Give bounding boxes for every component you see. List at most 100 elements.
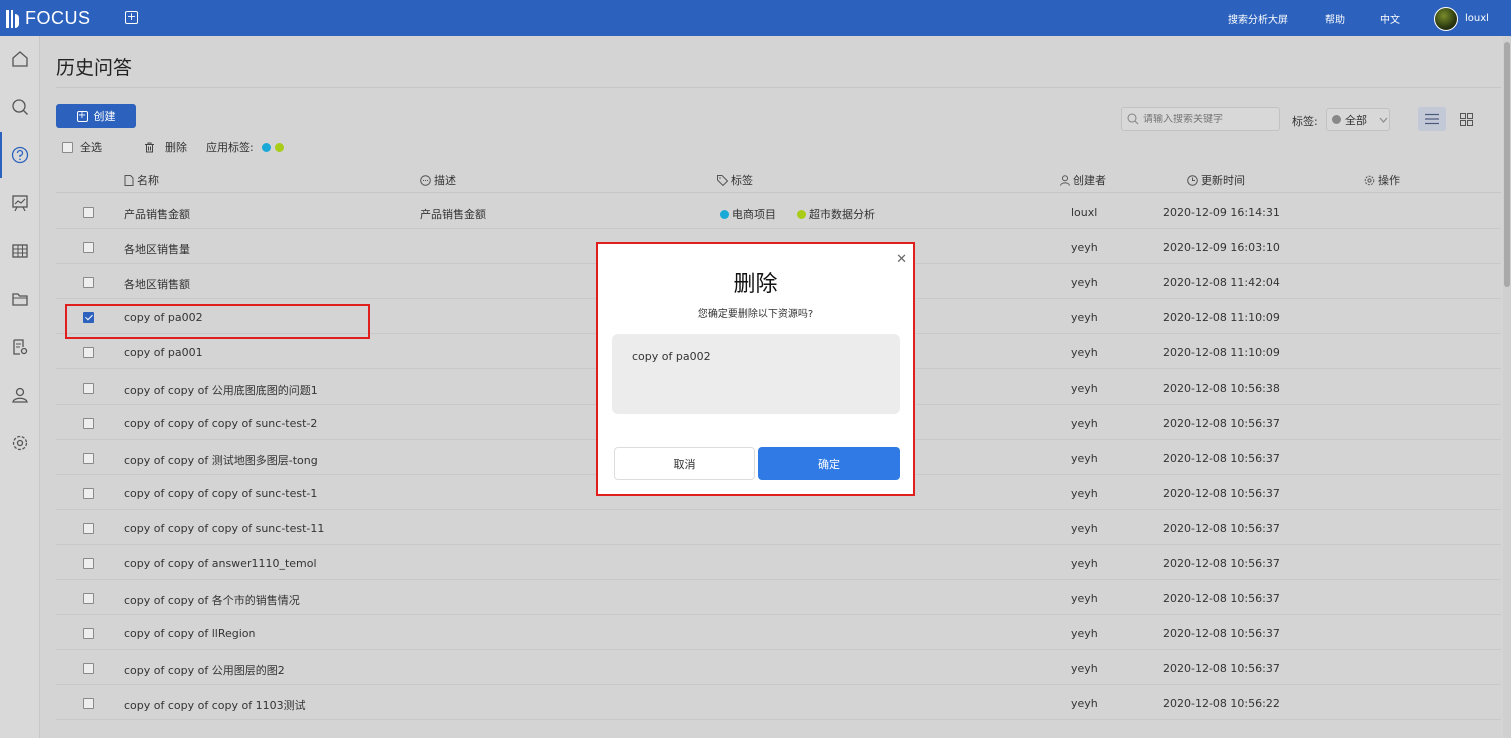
row-name[interactable]: copy of copy of 公用底图底图的问题1 <box>124 382 318 398</box>
row-checkbox[interactable] <box>83 522 94 534</box>
column-updated-header[interactable]: 更新时间 <box>1187 172 1245 188</box>
avatar[interactable] <box>1434 7 1458 31</box>
delete-dialog: ✕ 删除 您确定要删除以下资源吗? copy of pa002 取消 确定 <box>596 242 915 496</box>
search-input[interactable] <box>1143 113 1273 125</box>
sidebar <box>0 36 40 738</box>
sidebar-item-search[interactable] <box>0 84 40 130</box>
row-checkbox[interactable] <box>83 452 94 464</box>
gear-icon <box>12 435 28 451</box>
column-actions-header: 操作 <box>1364 172 1400 188</box>
home-icon <box>12 51 28 67</box>
row-name[interactable]: 各地区销售额 <box>124 276 190 292</box>
username[interactable]: louxl <box>1465 0 1489 36</box>
sidebar-item-folder[interactable] <box>0 276 40 322</box>
close-icon[interactable]: ✕ <box>896 252 907 267</box>
tag-color-blue[interactable] <box>261 142 271 152</box>
row-tag-label: 超市数据分析 <box>809 208 875 221</box>
select-all-checkbox[interactable] <box>62 141 73 153</box>
divider <box>56 87 1501 88</box>
table-row[interactable]: copy of copy of copy of sunc-test-11 yeyh… <box>56 510 1501 545</box>
delete-button[interactable]: 删除 <box>144 139 187 155</box>
column-creator-header[interactable]: 创建者 <box>1060 172 1106 188</box>
row-checkbox[interactable] <box>83 487 94 499</box>
row-tag-label: 电商项目 <box>732 208 776 221</box>
row-updated: 2020-12-08 10:56:37 <box>1163 662 1280 676</box>
table-row[interactable]: copy of copy of copy of 1103测试 yeyh 2020-1… <box>56 685 1501 721</box>
row-name[interactable]: copy of copy of 各个市的销售情况 <box>124 592 300 608</box>
row-updated: 2020-12-08 10:56:37 <box>1163 592 1280 606</box>
add-tab-icon[interactable]: + <box>125 11 138 24</box>
sidebar-item-user[interactable] <box>0 372 40 418</box>
row-creator: yeyh <box>1071 662 1098 676</box>
grid-icon <box>1459 112 1473 126</box>
grid-view-button[interactable] <box>1452 107 1480 131</box>
table-row[interactable]: 产品销售金额 产品销售金额 电商项目 超市数据分析 louxl 2020-12-09 16… <box>56 194 1501 229</box>
tag-dot <box>720 209 729 219</box>
sidebar-item-home[interactable] <box>0 36 40 82</box>
select-all-label: 全选 <box>80 141 102 154</box>
table-row[interactable]: copy of copy of llRegion yeyh 2020-12-08 1… <box>56 615 1501 651</box>
search-box[interactable] <box>1121 107 1280 131</box>
cancel-button[interactable]: 取消 <box>614 447 755 480</box>
sidebar-item-table[interactable] <box>0 228 40 274</box>
topbar-link-help[interactable]: 帮助 <box>1325 0 1345 36</box>
row-name[interactable]: copy of copy of copy of sunc-test-1 <box>124 487 317 500</box>
column-name-header[interactable]: 名称 <box>124 172 159 188</box>
topbar-link-screen[interactable]: 搜索分析大屏 <box>1228 0 1288 36</box>
file-icon <box>124 174 134 186</box>
row-name[interactable]: copy of copy of copy of sunc-test-11 <box>124 522 324 535</box>
sidebar-item-dashboard[interactable] <box>0 180 40 226</box>
row-checkbox[interactable] <box>83 417 94 429</box>
create-button[interactable]: + 创建 <box>56 104 136 128</box>
row-name[interactable]: copy of copy of 公用图层的图2 <box>124 662 285 678</box>
row-name[interactable]: copy of copy of llRegion <box>124 627 256 640</box>
dashboard-icon <box>12 195 28 212</box>
column-desc-header[interactable]: 描述 <box>420 172 456 188</box>
row-checkbox[interactable] <box>83 663 94 675</box>
row-updated: 2020-12-08 11:10:09 <box>1163 311 1280 325</box>
row-checkbox[interactable] <box>83 698 94 710</box>
row-name[interactable]: copy of copy of copy of sunc-test-2 <box>124 417 317 430</box>
row-checkbox[interactable] <box>83 628 94 640</box>
tag-filter-select[interactable]: 全部 <box>1326 108 1390 131</box>
list-view-button[interactable] <box>1418 107 1446 131</box>
logo-icon <box>6 9 19 28</box>
app-logo[interactable]: FOCUS <box>6 8 91 29</box>
row-name[interactable]: 各地区销售量 <box>124 241 190 257</box>
column-tags-header[interactable]: 标签 <box>717 172 753 188</box>
tag-dot <box>797 209 806 219</box>
confirm-button[interactable]: 确定 <box>758 447 900 480</box>
sidebar-item-history-qa[interactable] <box>0 132 40 178</box>
table-row[interactable]: copy of copy of 公用图层的图2 yeyh 2020-12-08 10… <box>56 650 1501 686</box>
row-checkbox[interactable] <box>83 593 94 605</box>
report-settings-icon <box>13 339 28 355</box>
table-row[interactable]: copy of copy of answer1110_temol yeyh 2020… <box>56 545 1501 580</box>
row-name[interactable]: 产品销售金额 <box>124 206 190 222</box>
row-creator: yeyh <box>1071 697 1098 711</box>
dialog-resource-list: copy of pa002 <box>612 334 900 414</box>
row-checkbox[interactable] <box>83 242 94 254</box>
table-row[interactable]: copy of copy of 各个市的销售情况 yeyh 2020-12-08 1… <box>56 580 1501 616</box>
select-all[interactable]: 全选 <box>62 139 102 155</box>
row-updated: 2020-12-08 10:56:37 <box>1163 486 1280 500</box>
row-name[interactable]: copy of copy of copy of 1103测试 <box>124 697 306 713</box>
clock-icon <box>1187 174 1198 186</box>
dialog-title: 删除 <box>733 272 778 297</box>
row-name[interactable]: copy of pa001 <box>124 346 203 359</box>
sidebar-item-settings[interactable] <box>0 420 40 466</box>
scrollbar-thumb[interactable] <box>1504 42 1510 287</box>
row-name[interactable]: copy of copy of 测试地图多图层-tong <box>124 452 318 468</box>
row-creator: yeyh <box>1071 416 1098 430</box>
chevron-down-icon <box>1379 117 1388 123</box>
row-checkbox[interactable] <box>83 277 94 289</box>
topbar-link-language[interactable]: 中文 <box>1380 0 1400 36</box>
row-checkbox[interactable] <box>83 207 94 218</box>
sidebar-item-report-settings[interactable] <box>0 324 40 370</box>
delete-label: 删除 <box>165 141 187 154</box>
row-checkbox[interactable] <box>83 347 94 359</box>
tag-color-green[interactable] <box>274 142 284 152</box>
row-checkbox[interactable] <box>83 558 94 569</box>
row-name[interactable]: copy of copy of answer1110_temol <box>124 557 317 570</box>
row-checkbox[interactable] <box>83 382 94 394</box>
row-creator: yeyh <box>1071 627 1098 641</box>
